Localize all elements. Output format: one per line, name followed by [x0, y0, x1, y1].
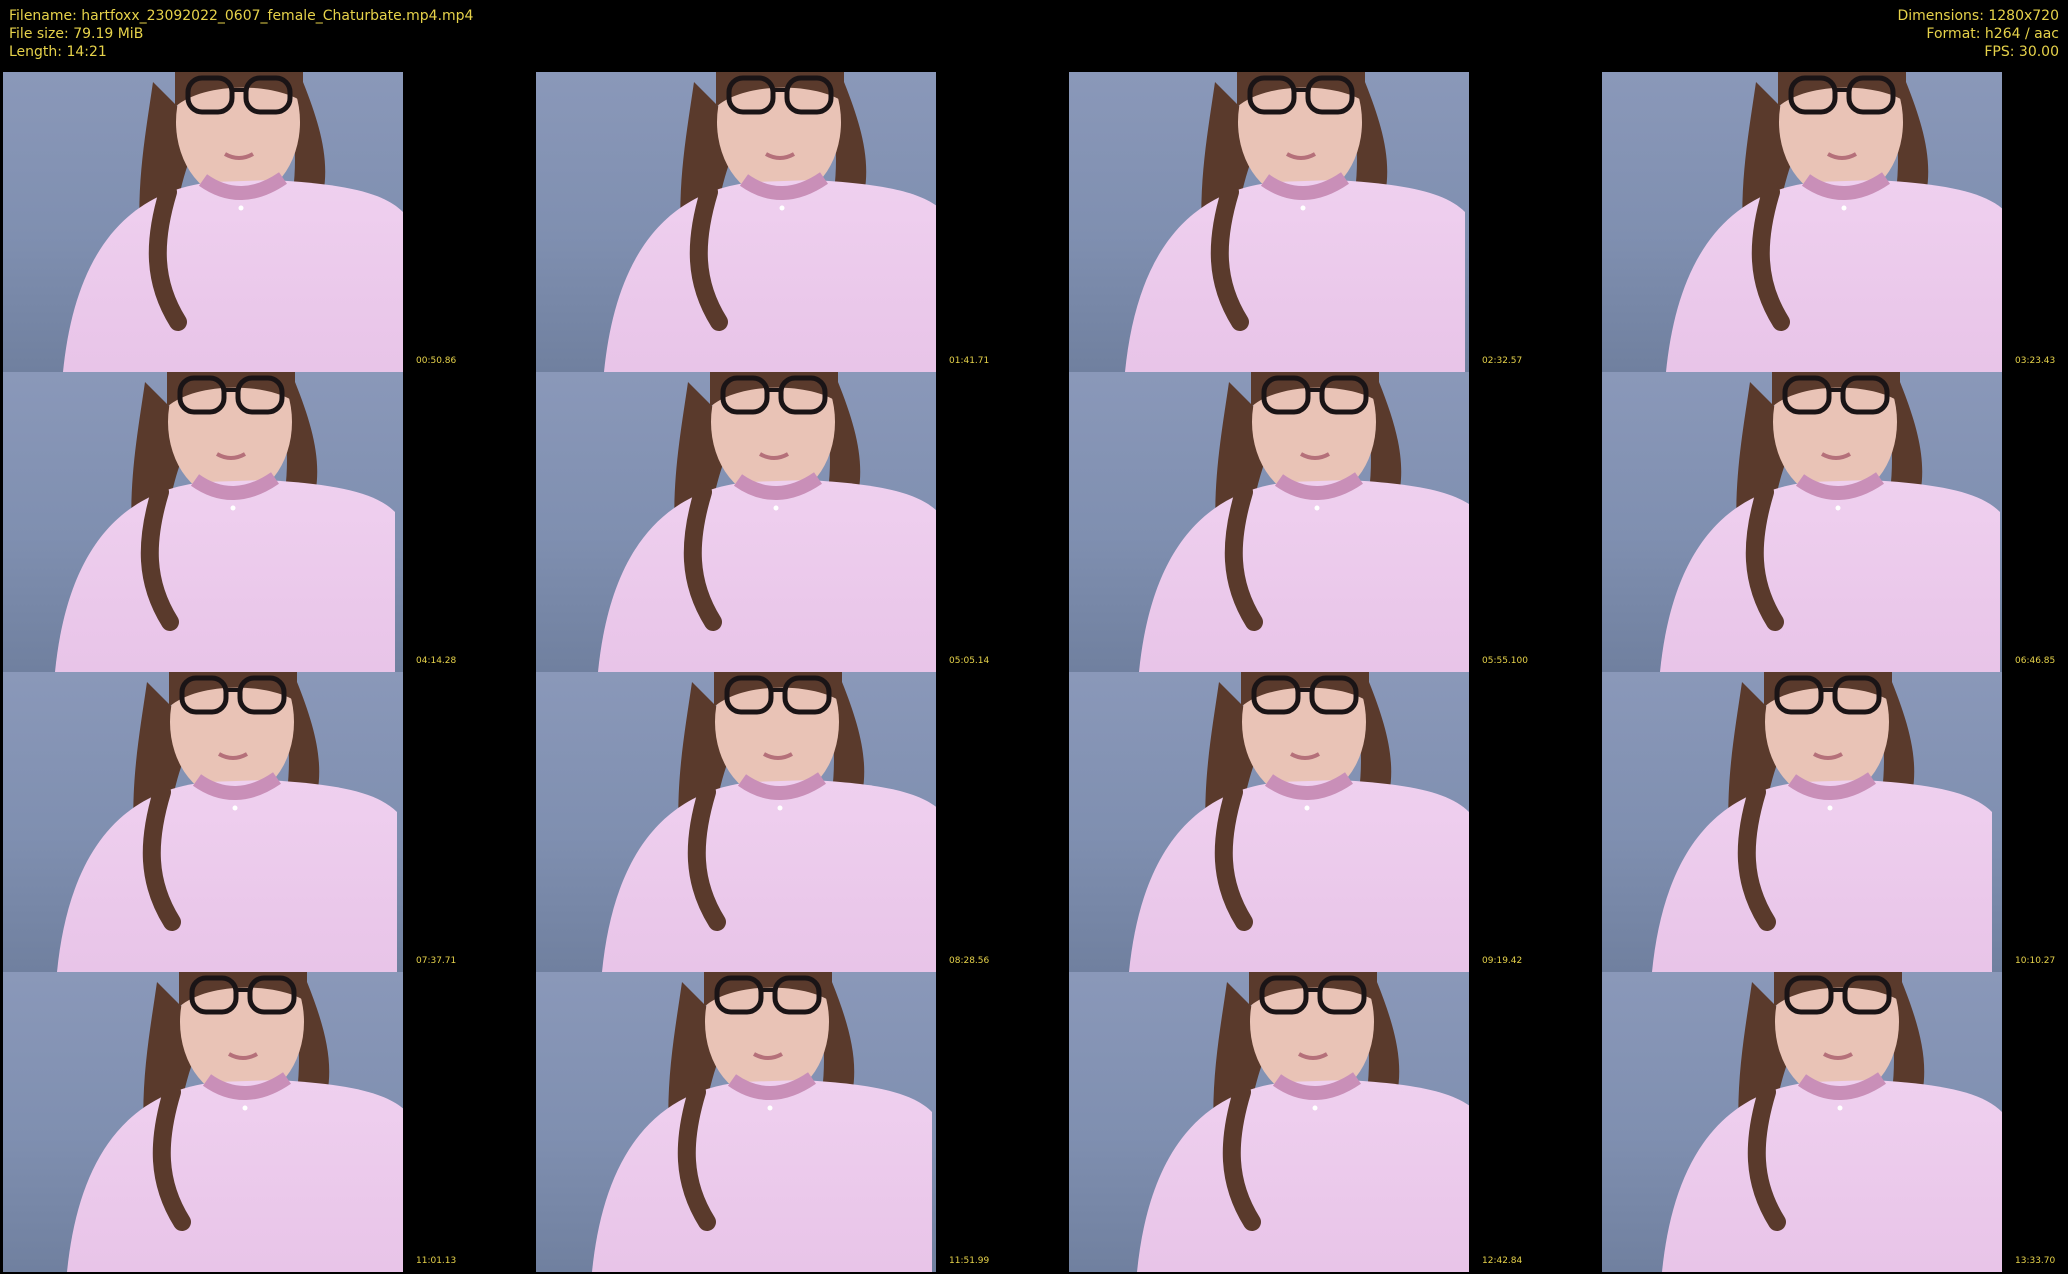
timestamp-label: 12:42.84	[1482, 1256, 1523, 1266]
timestamp-label: 01:41.71	[949, 356, 990, 366]
timestamp-label: 07:37.71	[416, 956, 457, 966]
video-frame-image	[1602, 672, 2002, 972]
format-label: Format: h264 / aac	[1926, 26, 2059, 42]
video-frame-image	[1602, 372, 2002, 672]
thumbnail-tile: 02:32.57	[1066, 72, 1599, 372]
video-frame-image	[3, 72, 403, 372]
file-info-right: Dimensions: 1280x720 Format: h264 / aac …	[1897, 7, 2059, 61]
timestamp-label: 13:33.70	[2015, 1256, 2056, 1266]
thumbnail-tile: 00:50.86	[0, 72, 533, 372]
video-frame-image	[3, 672, 403, 972]
video-frame-image	[1069, 672, 1469, 972]
video-frame-image	[1069, 72, 1469, 372]
timestamp-label: 10:10.27	[2015, 956, 2056, 966]
thumbnail-tile: 05:55.100	[1066, 372, 1599, 672]
video-frame-image	[1069, 372, 1469, 672]
video-frame-image	[536, 972, 936, 1272]
timestamp-label: 05:55.100	[1482, 656, 1528, 666]
thumbnail-tile: 13:33.70	[1599, 972, 2068, 1272]
video-frame-image	[536, 72, 936, 372]
dimensions-label: Dimensions: 1280x720	[1897, 8, 2059, 24]
thumbnail-tile: 07:37.71	[0, 672, 533, 972]
thumbnail-tile: 06:46.85	[1599, 372, 2068, 672]
video-frame-image	[1069, 972, 1469, 1272]
thumbnail-grid: 00:50.86 01:41.71 02:32.57 03:23.43 04:14.28…	[0, 72, 2068, 1274]
timestamp-label: 09:19.42	[1482, 956, 1523, 966]
file-info-left: Filename: hartfoxx_23092022_0607_female_…	[9, 7, 473, 61]
video-frame-image	[536, 372, 936, 672]
timestamp-label: 11:51.99	[949, 1256, 990, 1266]
thumbnail-tile: 11:51.99	[533, 972, 1066, 1272]
timestamp-label: 04:14.28	[416, 656, 457, 666]
timestamp-label: 00:50.86	[416, 356, 457, 366]
thumbnail-tile: 09:19.42	[1066, 672, 1599, 972]
thumbnail-tile: 03:23.43	[1599, 72, 2068, 372]
thumbnail-tile: 05:05.14	[533, 372, 1066, 672]
thumbnail-tile: 04:14.28	[0, 372, 533, 672]
video-frame-image	[1602, 72, 2002, 372]
filename-label: Filename: hartfoxx_23092022_0607_female_…	[9, 8, 474, 24]
video-frame-image	[3, 972, 403, 1272]
timestamp-label: 08:28.56	[949, 956, 990, 966]
thumbnail-tile: 08:28.56	[533, 672, 1066, 972]
thumbnail-tile: 01:41.71	[533, 72, 1066, 372]
file-size-label: File size: 79.19 MiB	[9, 26, 144, 42]
timestamp-label: 03:23.43	[2015, 356, 2056, 366]
timestamp-label: 02:32.57	[1482, 356, 1523, 366]
timestamp-label: 11:01.13	[416, 1256, 457, 1266]
video-frame-image	[536, 672, 936, 972]
timestamp-label: 05:05.14	[949, 656, 990, 666]
thumbnail-tile: 10:10.27	[1599, 672, 2068, 972]
timestamp-label: 06:46.85	[2015, 656, 2056, 666]
video-frame-image	[1602, 972, 2002, 1272]
thumbnail-tile: 11:01.13	[0, 972, 533, 1272]
thumbnail-tile: 12:42.84	[1066, 972, 1599, 1272]
length-label: Length: 14:21	[9, 44, 107, 60]
fps-label: FPS: 30.00	[1984, 44, 2059, 60]
video-frame-image	[3, 372, 403, 672]
